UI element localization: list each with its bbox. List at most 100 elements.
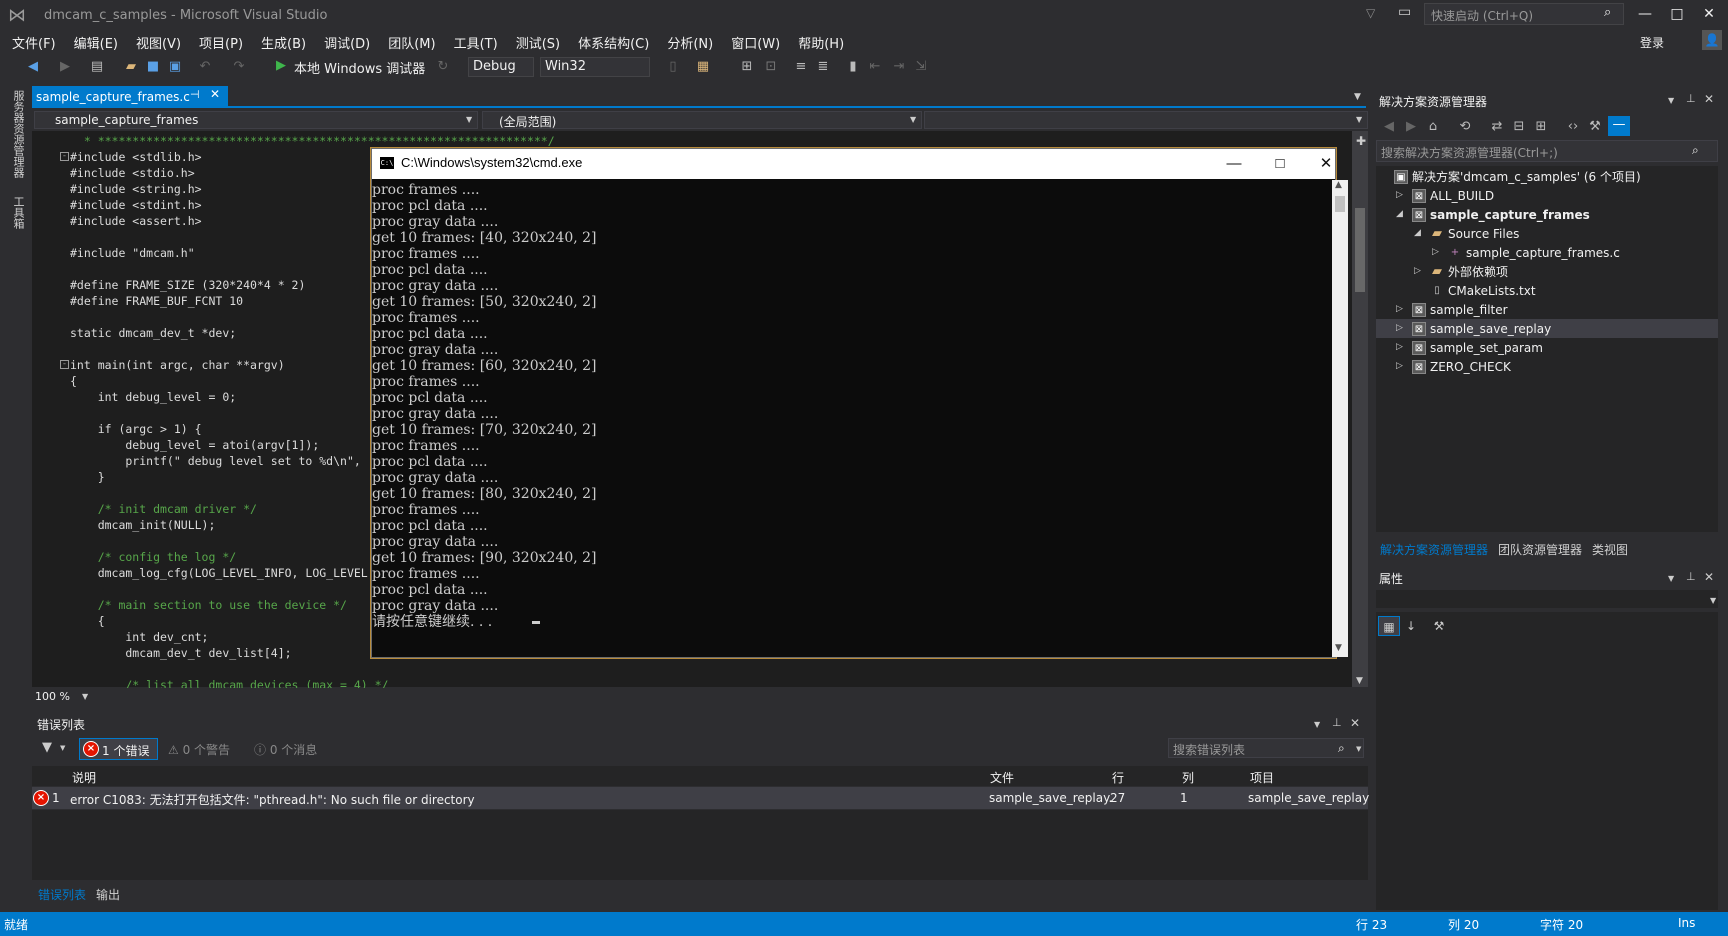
server-explorer-tab[interactable]: 服务器资源管理器	[10, 90, 26, 178]
close-icon[interactable]: ✕	[1704, 92, 1714, 106]
menu-tools[interactable]: 工具(T)	[446, 32, 508, 52]
expand-arrow-icon[interactable]: ▷	[1414, 266, 1421, 276]
tree-item[interactable]: Source Files	[1448, 225, 1519, 243]
column-line[interactable]: 行	[1112, 769, 1124, 786]
search-icon[interactable]: ⌕	[1604, 5, 1611, 20]
search-icon[interactable]: ⌕	[1338, 741, 1345, 756]
menu-team[interactable]: 团队(M)	[380, 32, 445, 52]
tree-item[interactable]: CMakeLists.txt	[1448, 282, 1536, 300]
expand-arrow-icon[interactable]: ▷	[1396, 342, 1403, 352]
menu-architecture[interactable]: 体系结构(C)	[570, 32, 659, 52]
find-in-files-icon[interactable]: ▦	[694, 58, 712, 76]
filter-icon[interactable]: ▼	[42, 740, 52, 755]
diagram-icon[interactable]: ⊡	[762, 58, 780, 76]
redo-icon[interactable]: ↷	[230, 58, 248, 76]
tree-item[interactable]: 解决方案'dmcam_c_samples' (6 个项目)	[1412, 168, 1641, 186]
collapse-arrow-icon[interactable]: ◢	[1414, 228, 1421, 238]
notification-filter-icon[interactable]: ▽	[1366, 6, 1375, 20]
toolbox-tab[interactable]: 工具箱	[10, 196, 26, 229]
start-debug-icon[interactable]: ▶	[276, 58, 286, 73]
tree-item[interactable]: sample_filter	[1430, 301, 1508, 319]
start-debug-button[interactable]: 本地 Windows 调试器	[294, 58, 425, 77]
prev-bookmark-icon[interactable]: ⇤	[866, 58, 884, 76]
undo-icon[interactable]: ↶	[196, 58, 214, 76]
sign-in-link[interactable]: 登录	[1640, 34, 1664, 51]
scroll-down-icon[interactable]: ▼	[1335, 643, 1342, 653]
clear-bookmarks-icon[interactable]: ⇲	[912, 58, 930, 76]
save-all-icon[interactable]: ▣	[166, 58, 184, 76]
expand-arrow-icon[interactable]: ▷	[1396, 304, 1403, 314]
collapse-arrow-icon[interactable]: ◢	[1396, 209, 1403, 219]
home-icon[interactable]: ⌂	[1424, 118, 1442, 136]
editor-scroll-thumb[interactable]	[1355, 208, 1365, 292]
expand-arrow-icon[interactable]: ▷	[1396, 323, 1403, 333]
scroll-up-icon[interactable]: ▲	[1335, 180, 1342, 190]
menu-view[interactable]: 视图(V)	[128, 32, 191, 52]
search-icon[interactable]: ⌕	[1692, 143, 1699, 158]
collapse-all-icon[interactable]: ⊟	[1510, 118, 1528, 136]
expand-arrow-icon[interactable]: ▷	[1432, 247, 1439, 257]
tree-item[interactable]: sample_set_param	[1430, 339, 1543, 357]
refresh-icon[interactable]: ↻	[434, 58, 452, 76]
pin-icon[interactable]: ⊥	[1686, 92, 1696, 105]
menu-edit[interactable]: 编辑(E)	[66, 32, 128, 52]
menu-analyze[interactable]: 分析(N)	[659, 32, 723, 52]
tree-item[interactable]: ALL_BUILD	[1430, 187, 1494, 205]
window-position-icon[interactable]: ▼	[1314, 720, 1320, 729]
tab-output[interactable]: 输出	[96, 886, 120, 903]
tab-team-explorer[interactable]: 团队资源管理器	[1498, 541, 1582, 558]
console-scrollbar[interactable]	[1332, 180, 1348, 657]
menu-file[interactable]: 文件(F)	[4, 32, 66, 52]
warnings-filter-button[interactable]: ⚠ 0 个警告	[168, 741, 230, 758]
scroll-down-icon[interactable]: ▼	[1356, 676, 1363, 686]
split-view-icon[interactable]: ✚	[1356, 134, 1366, 148]
tree-item[interactable]: sample_capture_frames	[1430, 206, 1590, 224]
close-button[interactable]: ✕	[1692, 2, 1726, 26]
function-scope-select[interactable]: (全局范围)	[482, 111, 922, 129]
zoom-level-select[interactable]: 100 %	[35, 690, 70, 703]
account-icon[interactable]: 👤	[1702, 30, 1722, 50]
expand-arrow-icon[interactable]: ▷	[1396, 190, 1403, 200]
menu-help[interactable]: 帮助(H)	[790, 32, 854, 52]
back-icon[interactable]: ◀	[24, 58, 42, 76]
member-scope-select[interactable]	[924, 111, 1368, 129]
console-scroll-thumb[interactable]	[1335, 196, 1345, 212]
properties-icon[interactable]: ⚒	[1586, 118, 1604, 136]
pin-icon[interactable]: ⊥	[1686, 570, 1696, 583]
next-bookmark-icon[interactable]: ⇥	[890, 58, 908, 76]
view-code-icon[interactable]: ‹›	[1564, 118, 1582, 136]
minimize-button[interactable]: —	[1628, 2, 1662, 26]
collapse-icon[interactable]: -	[60, 152, 69, 161]
tree-item[interactable]: sample_capture_frames.c	[1466, 244, 1620, 262]
window-position-icon[interactable]: ▼	[1668, 574, 1674, 583]
history-icon[interactable]: ⟲	[1456, 118, 1474, 136]
collapse-icon[interactable]: -	[60, 360, 69, 369]
column-project[interactable]: 项目	[1250, 769, 1274, 786]
bookmark-icon[interactable]: ▮	[844, 58, 862, 76]
tree-item[interactable]: ZERO_CHECK	[1430, 358, 1511, 376]
close-icon[interactable]: ✕	[1704, 570, 1714, 584]
new-project-icon[interactable]: ▤	[88, 58, 106, 76]
window-position-icon[interactable]: ▼	[1668, 96, 1674, 105]
properties-object-select[interactable]	[1376, 590, 1718, 608]
comment-icon[interactable]: ≡	[792, 58, 810, 76]
messages-filter-button[interactable]: ⓘ 0 个消息	[254, 741, 317, 758]
expand-arrow-icon[interactable]: ▷	[1396, 361, 1403, 371]
property-pages-icon[interactable]: ⚒	[1428, 616, 1450, 636]
quick-launch-input[interactable]: 快速启动 (Ctrl+Q)	[1424, 3, 1624, 25]
tree-item[interactable]: 外部依赖项	[1448, 263, 1508, 281]
maximize-button[interactable]: □	[1660, 2, 1694, 26]
back-icon[interactable]: ◀	[1380, 118, 1398, 136]
menu-debug[interactable]: 调试(D)	[316, 32, 380, 52]
tab-overflow-icon[interactable]: ▼	[1354, 92, 1361, 102]
configuration-select[interactable]: Debug	[468, 57, 534, 77]
close-tab-icon[interactable]: ✕	[210, 87, 220, 101]
solution-config-icon[interactable]: ⊞	[738, 58, 756, 76]
column-file[interactable]: 文件	[990, 769, 1014, 786]
tab-class-view[interactable]: 类视图	[1592, 541, 1628, 558]
tab-error-list[interactable]: 错误列表	[38, 886, 86, 903]
menu-window[interactable]: 窗口(W)	[723, 32, 790, 52]
save-icon[interactable]: ■	[144, 58, 162, 76]
console-minimize-button[interactable]: —	[1212, 152, 1256, 176]
close-icon[interactable]: ✕	[1350, 716, 1360, 730]
